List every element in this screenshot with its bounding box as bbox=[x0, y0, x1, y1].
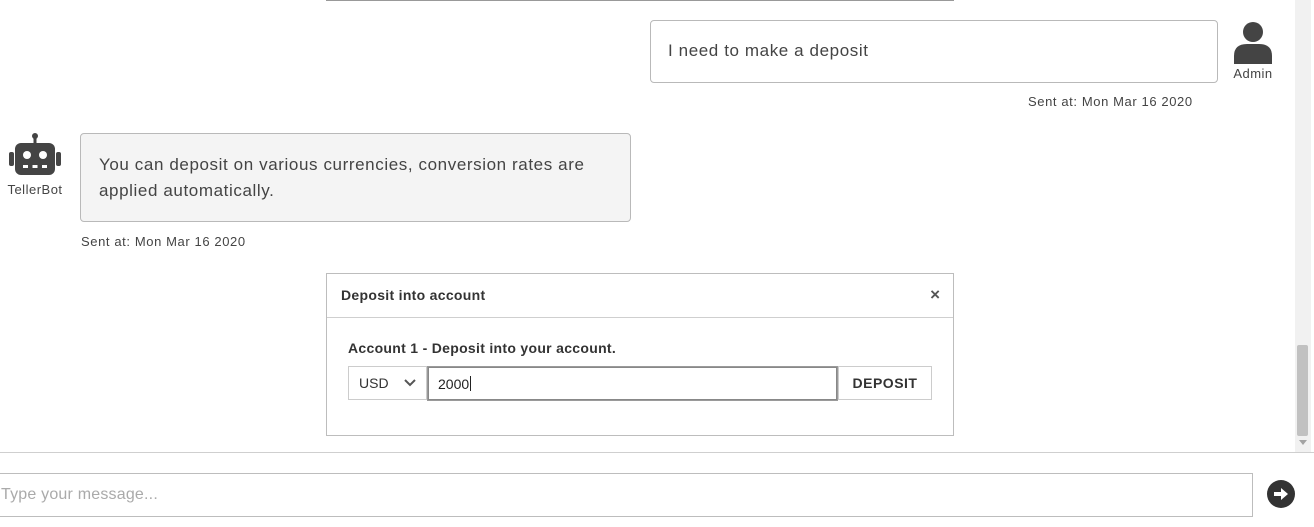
deposit-dialog-header: Deposit into account × bbox=[327, 274, 953, 318]
scrollbar-thumb[interactable] bbox=[1297, 345, 1308, 436]
user-message-bubble: I need to make a deposit bbox=[650, 20, 1218, 83]
robot-icon bbox=[9, 133, 61, 175]
amount-value: 2000 bbox=[438, 376, 470, 392]
currency-value: USD bbox=[359, 375, 389, 391]
arrow-right-circle-icon bbox=[1274, 488, 1288, 500]
previous-message-edge bbox=[326, 0, 954, 1]
bot-name: TellerBot bbox=[7, 182, 63, 197]
deposit-dialog-title: Deposit into account bbox=[341, 287, 486, 303]
chat-scrollbar[interactable] bbox=[1295, 0, 1311, 452]
user-icon bbox=[1234, 22, 1272, 64]
close-icon[interactable]: × bbox=[930, 285, 940, 305]
message-input[interactable]: Type your message... bbox=[0, 473, 1253, 517]
user-message-timestamp: Sent at: Mon Mar 16 2020 bbox=[1028, 94, 1193, 109]
bot-avatar: TellerBot bbox=[1, 133, 69, 197]
composer-divider bbox=[0, 452, 1314, 453]
scroll-down-arrow-icon[interactable] bbox=[1299, 440, 1307, 445]
chevron-down-icon bbox=[404, 379, 416, 387]
currency-select[interactable]: USD bbox=[348, 366, 427, 400]
deposit-button[interactable]: DEPOSIT bbox=[838, 366, 932, 400]
deposit-dialog: Deposit into account × Account 1 - Depos… bbox=[326, 273, 954, 436]
send-button[interactable] bbox=[1267, 480, 1295, 508]
amount-input[interactable]: 2000 bbox=[427, 366, 838, 401]
user-name: Admin bbox=[1233, 66, 1273, 81]
user-message-text: I need to make a deposit bbox=[668, 41, 869, 60]
bot-message-text: You can deposit on various currencies, c… bbox=[99, 155, 585, 200]
deposit-dialog-subtitle: Account 1 - Deposit into your account. bbox=[348, 340, 617, 356]
bot-message-timestamp: Sent at: Mon Mar 16 2020 bbox=[81, 234, 246, 249]
bot-message-bubble: You can deposit on various currencies, c… bbox=[80, 133, 631, 222]
message-input-placeholder: Type your message... bbox=[1, 486, 158, 503]
user-avatar: Admin bbox=[1226, 20, 1280, 81]
chat-log: I need to make a deposit Admin Sent at: … bbox=[0, 0, 1295, 452]
text-caret bbox=[470, 376, 472, 391]
